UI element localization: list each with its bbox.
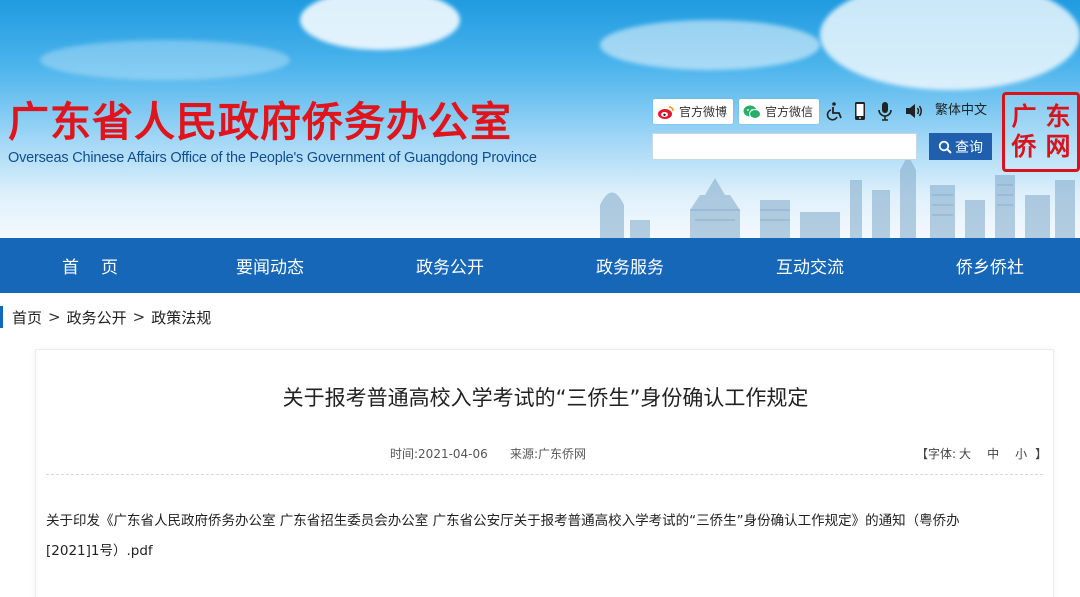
official-wechat-link[interactable]: 官方微信: [739, 99, 820, 124]
seal-char: 网: [1045, 132, 1071, 161]
main-nav: 首页 要闻动态 政务公开 政务服务 互动交流 侨乡侨社: [0, 238, 1080, 293]
guangdong-qiaowang-seal-logo[interactable]: 广 东 侨 网: [1002, 92, 1080, 172]
publish-time: 时间:2021-04-06: [390, 447, 488, 461]
search-button[interactable]: 查询: [929, 133, 992, 160]
breadcrumb-separator: >: [48, 308, 61, 326]
attachment-text-line2: [2021]1号）.pdf: [46, 543, 153, 559]
accessibility-icon[interactable]: [824, 99, 846, 123]
site-title: 广东省人民政府侨务办公室: [8, 98, 512, 146]
breadcrumb-separator: >: [132, 308, 146, 326]
breadcrumb-home[interactable]: 首页: [12, 307, 42, 328]
nav-item-news[interactable]: 要闻动态: [180, 238, 360, 293]
cloud-decoration: [300, 0, 460, 50]
cloud-decoration: [600, 20, 820, 70]
nav-item-government-info[interactable]: 政务公开: [360, 238, 540, 293]
font-size-small[interactable]: 小: [1015, 445, 1027, 462]
official-weibo-link[interactable]: 官方微博: [653, 99, 734, 124]
font-size-medium[interactable]: 中: [987, 445, 999, 462]
site-subtitle: Overseas Chinese Affairs Office of the P…: [8, 150, 537, 166]
article-source: 来源:广东侨网: [510, 447, 587, 461]
font-size-large[interactable]: 大: [959, 445, 971, 462]
attachment-text-line1: 关于印发《广东省人民政府侨务办公室 广东省招生委员会办公室 广东省公安厅关于报考…: [46, 513, 960, 529]
nav-item-interaction[interactable]: 互动交流: [720, 238, 900, 293]
article-divider: [46, 474, 1043, 475]
article-panel: 关于报考普通高校入学考试的“三侨生”身份确认工作规定 时间:2021-04-06…: [35, 349, 1054, 597]
weibo-label: 官方微博: [679, 105, 728, 119]
attachment-link[interactable]: 关于印发《广东省人民政府侨务办公室 广东省招生委员会办公室 广东省公安厅关于报考…: [46, 513, 960, 559]
cloud-decoration: [40, 40, 290, 80]
font-size-control: 【字体: 大 中 小 】: [916, 445, 1047, 462]
site-header: 广东省人民政府侨务办公室 Overseas Chinese Affairs Of…: [0, 0, 1080, 238]
traditional-chinese-link[interactable]: 繁体中文: [935, 99, 987, 118]
seal-char: 侨: [1011, 132, 1037, 161]
weibo-icon: [658, 105, 674, 119]
mobile-icon[interactable]: [849, 99, 871, 123]
font-size-prefix: 【字体:: [916, 447, 957, 461]
search-icon: [938, 140, 952, 154]
cloud-decoration: [820, 0, 1080, 90]
article-title: 关于报考普通高校入学考试的“三侨生”身份确认工作规定: [282, 386, 809, 410]
wechat-label: 官方微信: [765, 105, 814, 119]
breadcrumb: 首页 > 政务公开 > 政策法规: [0, 306, 211, 328]
seal-char: 东: [1045, 102, 1071, 131]
seal-char: 广: [1011, 102, 1037, 131]
search-button-label: 查询: [955, 138, 983, 155]
article-body: 关于印发《广东省人民政府侨务办公室 广东省招生委员会办公室 广东省公安厅关于报考…: [46, 506, 1042, 566]
nav-item-hometown-community[interactable]: 侨乡侨社: [900, 238, 1080, 293]
nav-item-government-services[interactable]: 政务服务: [540, 238, 720, 293]
microphone-icon[interactable]: [874, 99, 896, 123]
nav-item-home[interactable]: 首页: [0, 238, 180, 293]
wechat-icon: [743, 105, 761, 119]
speaker-icon[interactable]: [903, 99, 925, 123]
search-input[interactable]: [652, 133, 917, 160]
breadcrumb-government-info[interactable]: 政务公开: [67, 307, 127, 328]
breadcrumb-policy-regulations[interactable]: 政策法规: [151, 307, 211, 328]
font-size-suffix: 】: [1035, 447, 1048, 461]
